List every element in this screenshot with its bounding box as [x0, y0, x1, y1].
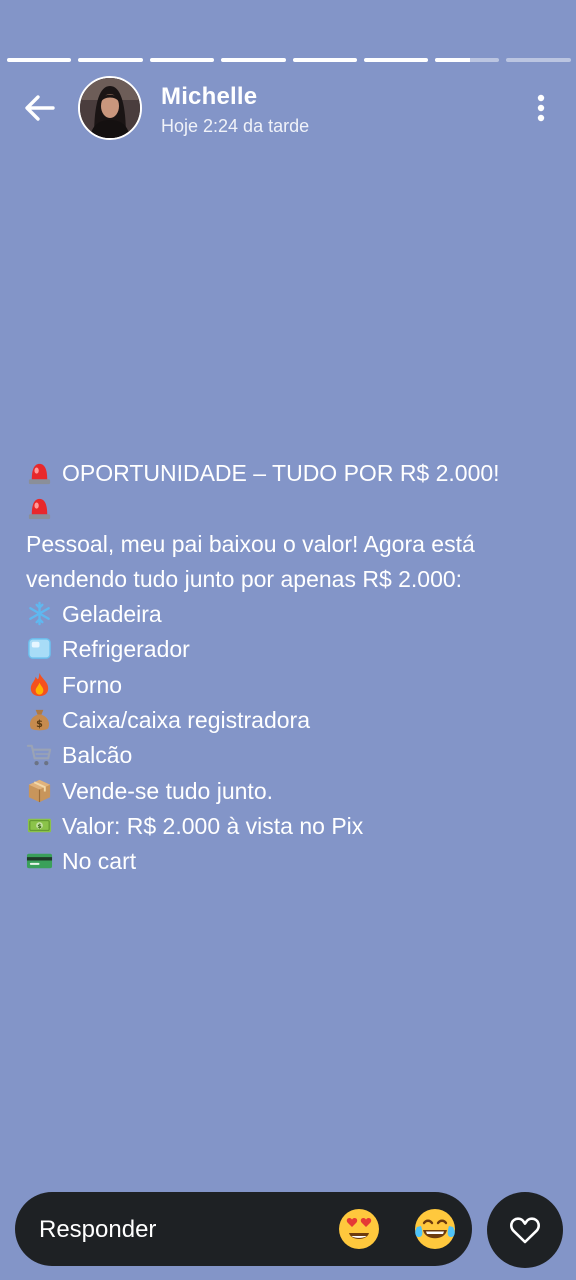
list-item-text: Caixa/caixa registradora: [62, 707, 311, 734]
status-text: OPORTUNIDADE – TUDO POR R$ 2.000! Pessoa…: [26, 456, 546, 880]
back-button[interactable]: [20, 88, 60, 128]
status-body: Pessoal, meu pai baixou o valor! Agora e…: [26, 530, 475, 592]
shopping-cart-icon: [26, 745, 52, 766]
progress-fill: [7, 58, 71, 62]
snowflake-icon: [29, 601, 50, 626]
story-progress-bar: [7, 58, 571, 62]
status-title-line: OPORTUNIDADE – TUDO POR R$ 2.000!: [26, 456, 546, 491]
progress-fill: [221, 58, 286, 62]
tears-of-joy-emoji-icon[interactable]: [413, 1207, 457, 1251]
list-item: Forno: [26, 668, 546, 703]
dollar-banknote-icon: $: [27, 818, 52, 833]
money-bag-icon: $: [29, 709, 50, 731]
list-item: Vende-se tudo junto.: [26, 774, 546, 809]
progress-segment: [435, 58, 499, 62]
list-item-text: No cart: [62, 848, 137, 875]
reply-placeholder: Responder: [39, 1216, 157, 1243]
list-item-text: Refrigerador: [62, 636, 190, 663]
fire-icon: [30, 672, 49, 696]
status-title: OPORTUNIDADE – TUDO POR R$ 2.000!: [62, 460, 500, 486]
list-item-text: Vende-se tudo junto.: [62, 777, 273, 804]
heart-icon: [510, 1217, 540, 1244]
contact-name[interactable]: Michelle: [161, 82, 257, 112]
package-icon: [28, 779, 51, 802]
list-item: $ Valor: R$ 2.000 à vista no Pix: [26, 809, 546, 844]
progress-segment: [293, 58, 357, 62]
status-timestamp: Hoje 2:24 da tarde: [161, 116, 310, 136]
progress-segment: [364, 58, 428, 62]
progress-segment: [221, 58, 286, 62]
progress-segment: [506, 58, 571, 62]
list-item: Refrigerador: [26, 632, 546, 667]
credit-card-icon: [26, 854, 53, 869]
arrow-left-icon: [25, 95, 55, 121]
list-item: $ Caixa/caixa registradora: [26, 703, 546, 738]
list-item-text: Geladeira: [62, 601, 162, 628]
like-button[interactable]: [487, 1192, 563, 1268]
list-item: No cart: [26, 844, 546, 879]
progress-segment: [78, 58, 143, 62]
avatar[interactable]: [78, 76, 142, 140]
list-item: Geladeira: [26, 597, 546, 632]
progress-fill: [78, 58, 143, 62]
progress-segment: [150, 58, 214, 62]
svg-text:$: $: [37, 823, 41, 830]
heart-eyes-emoji-icon[interactable]: [337, 1207, 381, 1251]
progress-fill: [150, 58, 214, 62]
status-title-suffix-line: [26, 491, 546, 526]
progress-fill: [293, 58, 357, 62]
list-item-text: Forno: [62, 671, 123, 698]
progress-segment: [7, 58, 71, 62]
rotating-light-icon: [28, 463, 51, 485]
list-item: Balcão: [26, 738, 546, 773]
more-vertical-icon: [537, 94, 545, 122]
svg-text:$: $: [36, 719, 43, 730]
more-options-button[interactable]: [526, 90, 556, 126]
reply-input[interactable]: Responder: [15, 1192, 472, 1266]
list-item-text: Balcão: [62, 742, 133, 769]
avatar-image: [80, 78, 140, 138]
progress-fill: [364, 58, 428, 62]
rotating-light-icon: [28, 499, 51, 520]
list-item-text: Valor: R$ 2.000 à vista no Pix: [62, 812, 364, 839]
progress-fill: [435, 58, 471, 62]
ice-cube-icon: [28, 638, 51, 660]
